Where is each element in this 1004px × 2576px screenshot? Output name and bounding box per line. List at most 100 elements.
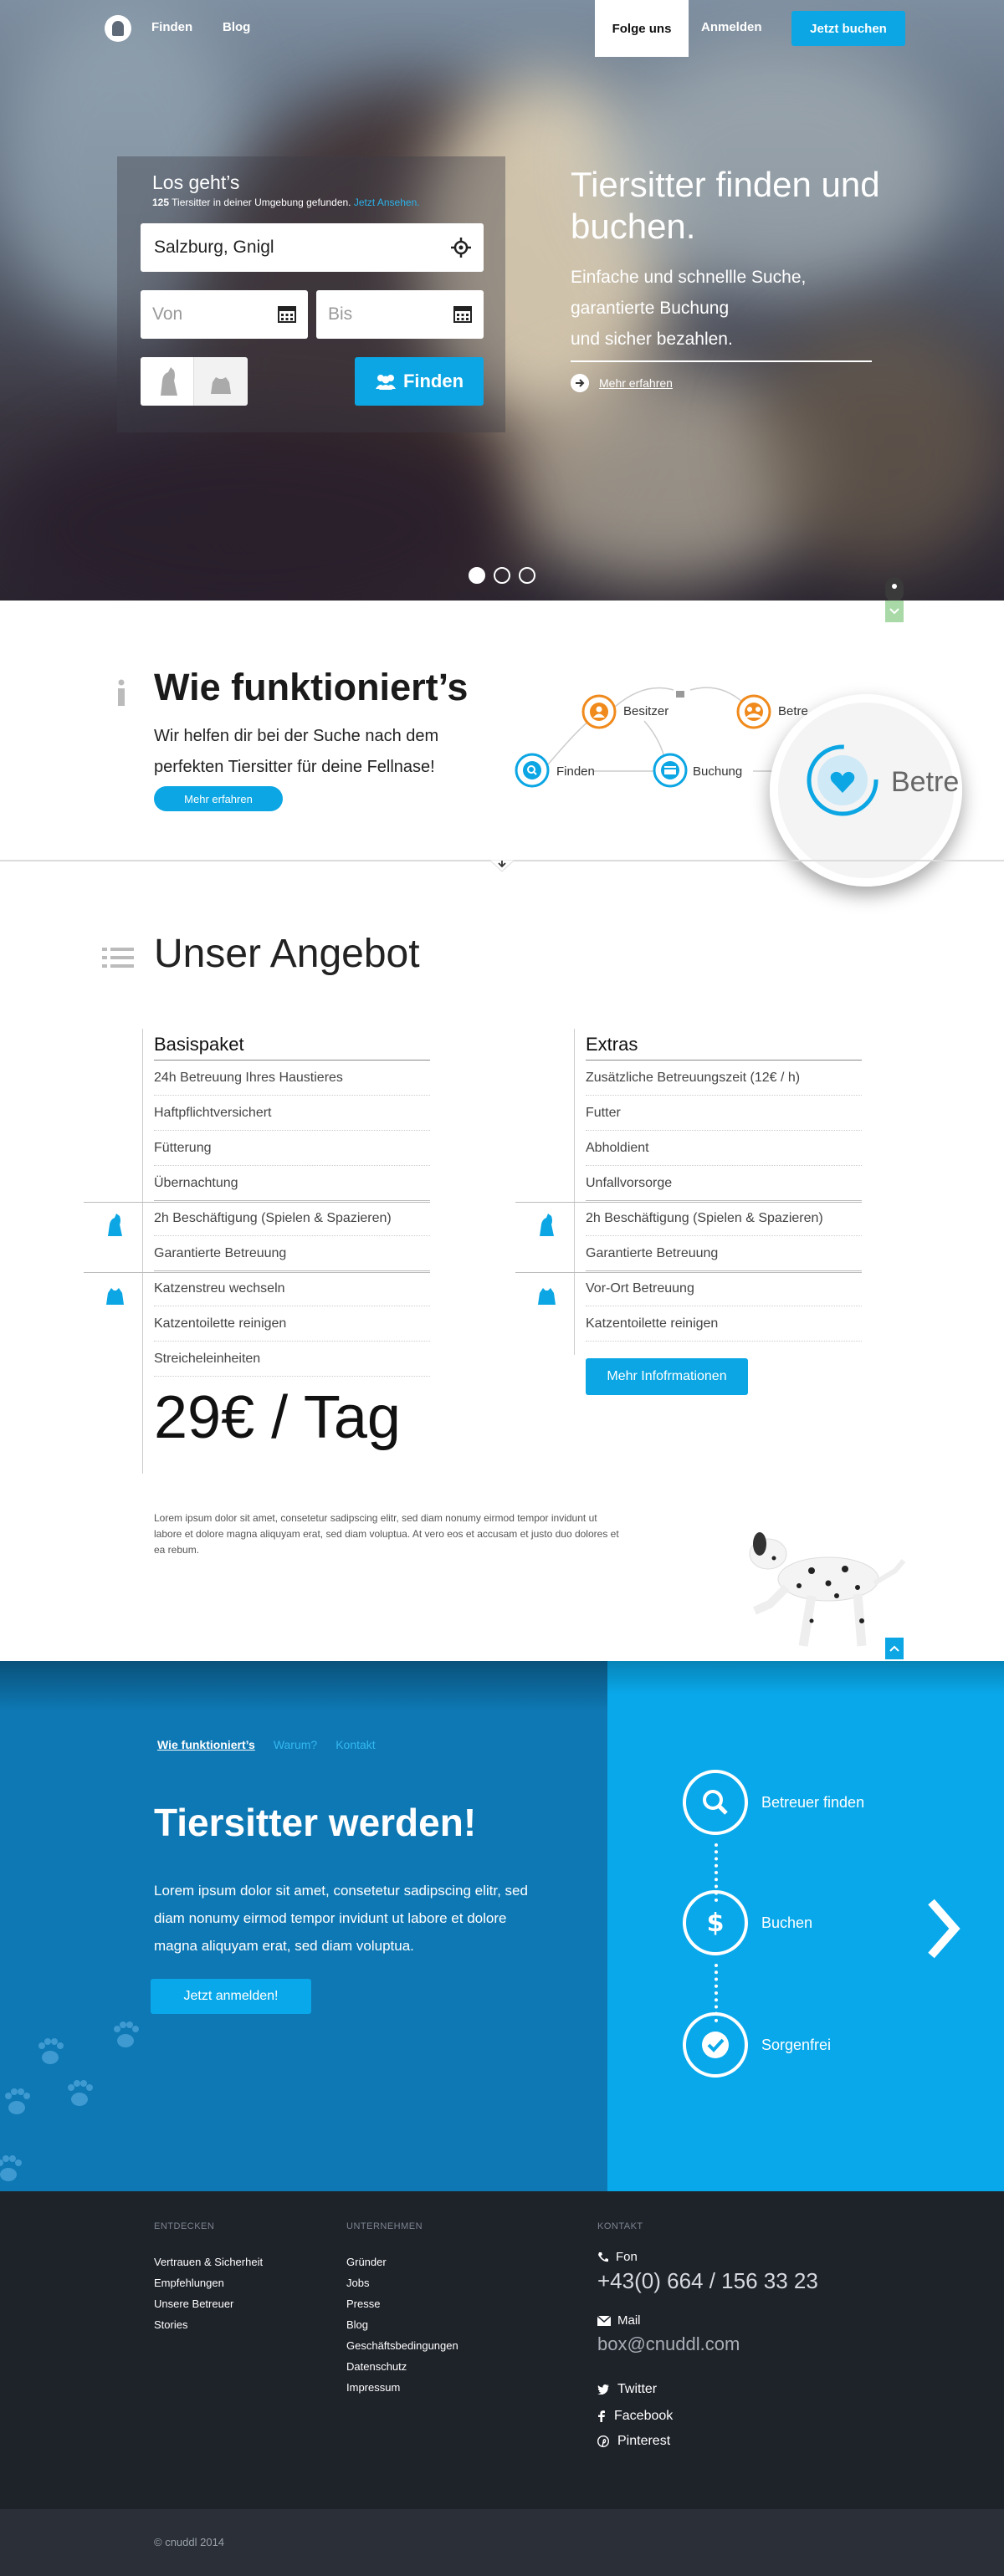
phone-icon (598, 2251, 608, 2262)
phone-label: Fon (597, 2250, 638, 2264)
step-book: $ Buchen (683, 1890, 812, 1955)
nav-follow-button[interactable]: Folge uns (595, 0, 689, 57)
footer-discover-list: Vertrauen & Sicherheit Empfehlungen Unse… (154, 2251, 263, 2335)
search-icon (515, 753, 550, 788)
slide-dot[interactable] (494, 567, 510, 584)
heart-icon (807, 744, 878, 816)
view-results-link[interactable]: Jetzt Ansehen. (354, 197, 420, 208)
phone-number[interactable]: +43(0) 664 / 156 33 23 (597, 2268, 818, 2294)
facebook-icon (598, 2410, 605, 2422)
location-input[interactable]: Salzburg, Gnigl (141, 223, 484, 272)
nav-book-button[interactable]: Jetzt buchen (791, 11, 905, 46)
dog-icon (108, 1214, 122, 1236)
flow-label-owner: Besitzer (623, 704, 669, 718)
nav-find-link[interactable]: Finden (151, 20, 192, 34)
calendar-icon[interactable] (278, 304, 296, 323)
footer-bottom-bar: © cnuddl 2014 (0, 2509, 1004, 2576)
dollar-icon: $ (683, 1890, 748, 1955)
from-date-input[interactable]: Von (141, 290, 308, 339)
location-value: Salzburg, Gnigl (154, 238, 274, 257)
mail-label: Mail (597, 2313, 641, 2328)
footer: ENTDECKEN Vertrauen & Sicherheit Empfehl… (0, 2191, 1004, 2509)
nav-login-link[interactable]: Anmelden (701, 20, 762, 34)
offer-description: Lorem ipsum dolor sit amet, consetetur s… (154, 1512, 619, 1556)
owner-icon (581, 694, 617, 729)
list-item: Fütterung (154, 1131, 430, 1166)
footer-link[interactable]: Jobs (346, 2272, 458, 2293)
search-panel: Los geht’s 125 Tiersitter in deiner Umge… (117, 156, 505, 432)
tab-how[interactable]: Wie funktioniert’s (157, 1738, 255, 1751)
plan-vline (142, 1029, 143, 1474)
search-subtitle: 125 Tiersitter in deiner Umgebung gefund… (152, 197, 420, 208)
step-worryfree: Sorgenfrei (683, 2012, 831, 2078)
list-icon (102, 948, 134, 968)
footer-link[interactable]: Gründer (346, 2251, 458, 2272)
magnified-label: Betre (891, 766, 960, 798)
footer-link[interactable]: Datenschutz (346, 2356, 458, 2377)
list-item: Streicheleinheiten (154, 1342, 430, 1377)
down-arrow-icon[interactable] (489, 860, 515, 877)
list-item: Vor-Ort Betreuung (586, 1271, 862, 1306)
list-item: 24h Betreuung Ihres Haustieres (154, 1061, 430, 1096)
basic-package-title: Basispaket (154, 1029, 430, 1061)
find-button-label: Finden (402, 371, 464, 391)
info-icon (118, 679, 125, 706)
slide-dot[interactable] (469, 567, 485, 584)
how-text: Wir helfen dir bei der Suche nach dem pe… (154, 727, 439, 776)
flow-label-find: Finden (556, 764, 595, 779)
footer-link[interactable]: Stories (154, 2314, 263, 2335)
arrow-right-circle-icon (571, 374, 589, 392)
social-twitter[interactable]: Twitter (597, 2382, 657, 2397)
footer-link[interactable]: Blog (346, 2314, 458, 2335)
calendar-icon[interactable] (453, 304, 472, 323)
footer-company-list: Gründer Jobs Presse Blog Geschäftsbeding… (346, 2251, 458, 2398)
mail-address[interactable]: box@cnuddl.com (597, 2333, 740, 2355)
extras-info-button[interactable]: Mehr Infofrmationen (586, 1358, 748, 1395)
step-find: Betreuer finden (683, 1770, 864, 1835)
list-item: Katzentoilette reinigen (586, 1306, 862, 1342)
register-button[interactable]: Jetzt anmelden! (151, 1979, 311, 2014)
find-button[interactable]: Finden (355, 357, 484, 406)
footer-link[interactable]: Impressum (346, 2377, 458, 2398)
list-item: Zusätzliche Betreuungszeit (12€ / h) (586, 1061, 862, 1096)
tab-contact[interactable]: Kontakt (336, 1738, 375, 1751)
chevron-right-icon[interactable] (921, 1895, 963, 1962)
to-date-input[interactable]: Bis (316, 290, 484, 339)
nav-blog-link[interactable]: Blog (223, 20, 250, 34)
crosshair-icon[interactable] (450, 237, 472, 258)
logo[interactable] (105, 15, 131, 42)
pinterest-icon (597, 2435, 609, 2447)
users-icon (375, 375, 396, 390)
pet-cat-toggle[interactable] (194, 357, 248, 406)
slide-dot[interactable] (519, 567, 535, 584)
sitter-icon (736, 694, 771, 729)
list-item: Abholdient (586, 1131, 862, 1166)
phone-label-text: Fon (616, 2250, 638, 2264)
footer-link[interactable]: Unsere Betreuer (154, 2293, 263, 2314)
extras-title: Extras (586, 1029, 862, 1061)
list-item: Übernachtung (154, 1166, 430, 1201)
list-item: 2h Beschäftigung (Spielen & Spazieren) (586, 1201, 862, 1236)
footer-link[interactable]: Geschäftsbedingungen (346, 2335, 458, 2356)
process-flow-diagram: Besitzer Betre Finden Buchung … Betre (502, 669, 1004, 887)
footer-link[interactable]: Vertrauen & Sicherheit (154, 2251, 263, 2272)
dog-icon (161, 367, 177, 396)
social-pinterest[interactable]: Pinterest (597, 2434, 670, 2449)
social-facebook[interactable]: Facebook (597, 2409, 673, 2424)
hero-more-link[interactable]: Mehr erfahren (571, 374, 673, 392)
footer-link[interactable]: Empfehlungen (154, 2272, 263, 2293)
flow-label-booking: Buchung (693, 764, 743, 779)
footer-link[interactable]: Presse (346, 2293, 458, 2314)
to-placeholder: Bis (328, 304, 353, 324)
become-tabs: Wie funktioniert’s Warum? Kontakt (157, 1738, 376, 1751)
how-more-button[interactable]: Mehr erfahren (154, 786, 283, 811)
search-icon (683, 1770, 748, 1835)
scroll-indicator[interactable] (885, 577, 904, 624)
pet-dog-toggle[interactable] (141, 357, 194, 406)
how-title: Wie funktioniert’s (154, 666, 469, 708)
dog-icon (540, 1214, 554, 1236)
cat-icon (211, 377, 231, 394)
social-label: Pinterest (617, 2434, 671, 2448)
become-title: Tiersitter werden! (154, 1801, 477, 1844)
tab-why[interactable]: Warum? (274, 1738, 317, 1751)
